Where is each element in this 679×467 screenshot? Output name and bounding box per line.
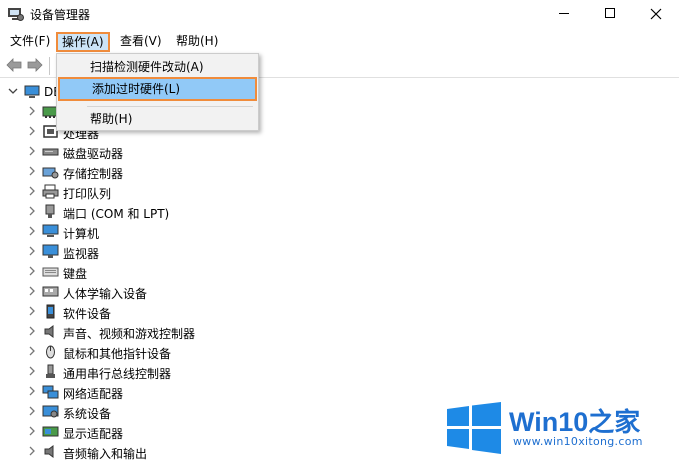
menu-view[interactable]: 查看(V) (118, 31, 164, 51)
tree-item[interactable]: 存储控制器 (0, 162, 400, 182)
collapsed-chevron-icon[interactable] (27, 365, 37, 377)
toolbar-separator (49, 57, 50, 75)
tree-item[interactable]: 音频输入和输出 (0, 442, 400, 462)
collapsed-chevron-icon[interactable] (27, 165, 37, 177)
collapsed-chevron-icon[interactable] (27, 205, 37, 217)
collapsed-chevron-icon[interactable] (27, 105, 37, 117)
tree-item[interactable]: 系统设备 (0, 402, 400, 422)
watermark-brand-zh: 之家 (588, 407, 641, 437)
tree-item-label: 监视器 (63, 247, 100, 261)
computer-icon (24, 85, 40, 98)
collapsed-chevron-icon[interactable] (27, 265, 37, 277)
tree-item-label: 端口 (COM 和 LPT) (63, 207, 170, 221)
keyboard-icon (42, 267, 59, 277)
collapsed-chevron-icon[interactable] (27, 245, 37, 257)
tree-item-label: 音频输入和输出 (63, 447, 148, 461)
tree-item[interactable]: 鼠标和其他指针设备 (0, 342, 400, 362)
title-bar: 设备管理器 (0, 0, 679, 28)
tree-item-label: 人体学输入设备 (63, 287, 148, 301)
tree-item-label: 计算机 (63, 227, 100, 241)
tree-item-label: 显示适配器 (63, 427, 124, 441)
menu-action[interactable]: 操作(A) (56, 32, 110, 52)
menu-item-add-legacy-hardware[interactable]: 添加过时硬件(L) (58, 77, 257, 101)
collapsed-chevron-icon[interactable] (27, 325, 37, 337)
display-adapter-icon (42, 426, 59, 437)
watermark-brand-text: Win10 (509, 407, 589, 437)
minimize-button[interactable] (541, 0, 587, 28)
close-button[interactable] (633, 0, 679, 28)
tree-item-label: 键盘 (63, 267, 88, 281)
action-dropdown-menu: 扫描检测硬件改动(A) 添加过时硬件(L) 帮助(H) (56, 53, 259, 131)
collapsed-chevron-icon[interactable] (27, 345, 37, 357)
usb-icon (46, 364, 55, 378)
mouse-icon (46, 345, 55, 359)
menu-bar: 文件(F) 操作(A) 查看(V) 帮助(H) (0, 30, 679, 52)
tree-item[interactable]: 声音、视频和游戏控制器 (0, 322, 400, 342)
system-device-icon (42, 405, 59, 418)
collapsed-chevron-icon[interactable] (27, 225, 37, 237)
window-title: 设备管理器 (30, 8, 91, 22)
menu-item-help[interactable]: 帮助(H) (57, 108, 258, 130)
expanded-chevron-icon[interactable] (8, 86, 18, 96)
tree-item-label: 存储控制器 (63, 167, 124, 181)
minimize-icon (559, 13, 569, 14)
tree-item-label: 声音、视频和游戏控制器 (63, 327, 196, 341)
tree-item[interactable]: 网络适配器 (0, 382, 400, 402)
monitor-icon (42, 244, 59, 258)
tree-item[interactable]: 磁盘驱动器 (0, 142, 400, 162)
tree-item[interactable]: 计算机 (0, 222, 400, 242)
tree-item[interactable]: 显示适配器 (0, 422, 400, 442)
storage-controller-icon (42, 167, 59, 179)
audio-io-icon (44, 445, 54, 458)
collapsed-chevron-icon[interactable] (27, 445, 37, 457)
watermark-brand: Win10之家 (509, 402, 640, 439)
disk-drive-icon (42, 148, 59, 156)
windows-logo-icon (447, 402, 501, 454)
network-adapter-icon (42, 385, 59, 399)
tree-item-label: 磁盘驱动器 (63, 147, 124, 161)
device-manager-icon (8, 6, 24, 22)
close-icon (650, 8, 662, 20)
tree-item[interactable]: 通用串行总线控制器 (0, 362, 400, 382)
collapsed-chevron-icon[interactable] (27, 125, 37, 137)
collapsed-chevron-icon[interactable] (27, 425, 37, 437)
tree-item-label: 打印队列 (63, 187, 112, 201)
back-arrow-icon[interactable] (6, 58, 22, 72)
software-device-icon (46, 304, 55, 319)
tree-item[interactable]: 端口 (COM 和 LPT) (0, 202, 400, 222)
tree-item-label: 软件设备 (63, 307, 112, 321)
tree-item-label: 系统设备 (63, 407, 112, 421)
tree-item[interactable]: 键盘 (0, 262, 400, 282)
menu-separator (87, 106, 253, 107)
hid-icon (42, 286, 59, 297)
collapsed-chevron-icon[interactable] (27, 285, 37, 297)
menu-item-scan-hardware[interactable]: 扫描检测硬件改动(A) (57, 56, 258, 78)
maximize-button[interactable] (587, 0, 633, 28)
menu-file[interactable]: 文件(F) (8, 31, 52, 51)
tree-item-label: 网络适配器 (63, 387, 124, 401)
port-icon (45, 204, 55, 218)
computer-icon (42, 224, 59, 237)
tree-item[interactable]: 软件设备 (0, 302, 400, 322)
tree-item[interactable]: 人体学输入设备 (0, 282, 400, 302)
menu-help[interactable]: 帮助(H) (174, 31, 220, 51)
forward-arrow-icon[interactable] (27, 58, 43, 72)
watermark-url: www.win10xitong.com (513, 435, 643, 448)
collapsed-chevron-icon[interactable] (27, 385, 37, 397)
collapsed-chevron-icon[interactable] (27, 305, 37, 317)
collapsed-chevron-icon[interactable] (27, 405, 37, 417)
collapsed-chevron-icon[interactable] (27, 145, 37, 157)
tree-item-label: 通用串行总线控制器 (63, 367, 172, 381)
watermark-logo: Win10之家 www.win10xitong.com (447, 400, 667, 460)
maximize-icon (605, 8, 615, 18)
printer-icon (42, 184, 59, 199)
tree-item[interactable]: 监视器 (0, 242, 400, 262)
collapsed-chevron-icon[interactable] (27, 185, 37, 197)
speaker-icon (44, 325, 54, 338)
tree-item[interactable]: 打印队列 (0, 182, 400, 202)
tree-item-label: 鼠标和其他指针设备 (63, 347, 172, 361)
